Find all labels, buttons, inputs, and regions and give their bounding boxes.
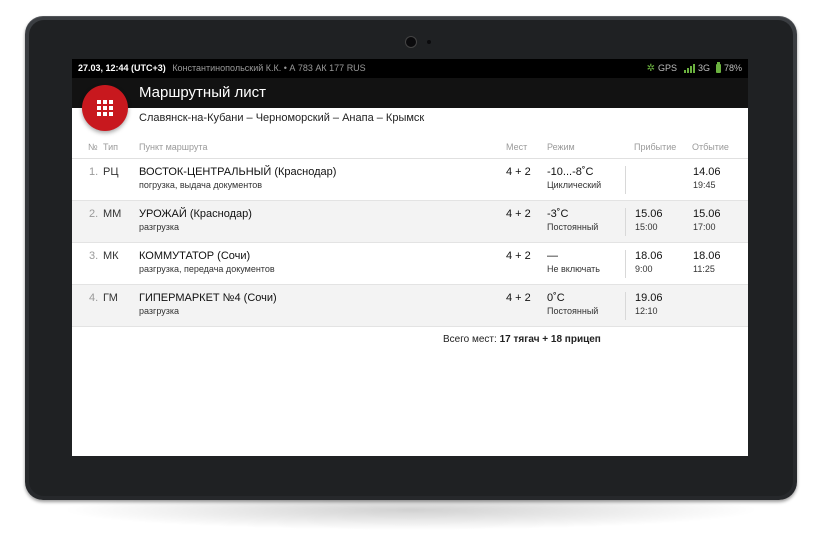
sensor-icon xyxy=(427,40,431,44)
row-mode: Постоянный xyxy=(547,306,599,316)
gps-label: GPS xyxy=(657,63,677,73)
status-driver: Константинопольский К.К. • А 783 АК 177 … xyxy=(172,63,366,73)
row-divider xyxy=(625,292,626,320)
battery-icon xyxy=(715,62,721,73)
row-departure-date: 14.06 xyxy=(693,166,721,178)
status-left: 27.03, 12:44 (UTC+3) Константинопольский… xyxy=(78,59,366,78)
col-num: № xyxy=(88,142,98,152)
apps-grid-icon xyxy=(97,100,113,116)
table-row[interactable]: 2. ММ УРОЖАЙ (Краснодар) разгрузка 4 + 2… xyxy=(72,201,748,243)
page-title: Маршрутный лист xyxy=(139,84,267,101)
table-row[interactable]: 3. МК КОММУТАТОР (Сочи) разгрузка, перед… xyxy=(72,243,748,285)
row-divider xyxy=(625,250,626,278)
row-departure-time: 19:45 xyxy=(693,180,716,190)
row-arrival-time: 12:10 xyxy=(635,306,658,316)
row-operation: разгрузка xyxy=(139,222,179,232)
row-arrival-date: 15.06 xyxy=(635,208,663,220)
status-time: 27.03, 12:44 (UTC+3) xyxy=(78,63,166,73)
menu-button[interactable] xyxy=(82,85,128,131)
col-arrival: Прибытие xyxy=(634,142,677,152)
row-divider xyxy=(625,166,626,194)
row-arrival-date: 19.06 xyxy=(635,292,663,304)
row-operation: разгрузка xyxy=(139,306,179,316)
row-num: 4. xyxy=(89,292,99,304)
satellite-icon: ✲ xyxy=(646,63,655,74)
row-temperature: — xyxy=(547,250,558,262)
row-mode: Не включать xyxy=(547,264,600,274)
col-type: Тип xyxy=(103,142,119,152)
title-bar: Маршрутный лист xyxy=(72,78,748,108)
row-type: ГМ xyxy=(103,292,118,304)
status-bar: 27.03, 12:44 (UTC+3) Константинопольский… xyxy=(72,59,748,78)
col-point: Пункт маршрута xyxy=(139,142,208,152)
row-mode: Постоянный xyxy=(547,222,599,232)
signal-icon xyxy=(683,64,695,73)
screen: 27.03, 12:44 (UTC+3) Константинопольский… xyxy=(72,59,748,456)
table-row[interactable]: 4. ГМ ГИПЕРМАРКЕТ №4 (Сочи) разгрузка 4 … xyxy=(72,285,748,327)
row-name: УРОЖАЙ (Краснодар) xyxy=(139,208,252,220)
row-seats: 4 + 2 xyxy=(506,208,531,220)
camera-icon xyxy=(406,37,416,47)
row-seats: 4 + 2 xyxy=(506,166,531,178)
status-right: ✲ GPS 3G 78% xyxy=(647,59,742,78)
total-value: 17 тягач + 18 прицеп xyxy=(499,334,601,345)
row-mode: Циклический xyxy=(547,180,602,190)
table-row[interactable]: 1. РЦ ВОСТОК-ЦЕНТРАЛЬНЫЙ (Краснодар) пог… xyxy=(72,159,748,201)
col-seats: Мест xyxy=(506,142,528,152)
row-departure-time: 17:00 xyxy=(693,222,716,232)
row-arrival-time: 15:00 xyxy=(635,222,658,232)
row-departure-date: 15.06 xyxy=(693,208,721,220)
network-label: 3G xyxy=(697,63,710,73)
row-departure-date: 18.06 xyxy=(693,250,721,262)
row-name: ВОСТОК-ЦЕНТРАЛЬНЫЙ (Краснодар) xyxy=(139,166,337,178)
row-arrival-date: 18.06 xyxy=(635,250,663,262)
row-type: ММ xyxy=(103,208,122,220)
row-operation: разгрузка, передача документов xyxy=(139,264,275,274)
row-type: МК xyxy=(103,250,119,262)
row-num: 1. xyxy=(89,166,99,178)
row-temperature: 0˚C xyxy=(547,292,565,304)
row-seats: 4 + 2 xyxy=(506,250,531,262)
row-departure-time: 11:25 xyxy=(693,264,715,274)
row-name: КОММУТАТОР (Сочи) xyxy=(139,250,251,262)
row-temperature: -3˚C xyxy=(547,208,569,220)
total-label: Всего мест: xyxy=(443,334,497,345)
col-departure: Отбытие xyxy=(692,142,729,152)
total-seats: Всего мест: 17 тягач + 18 прицеп xyxy=(443,334,601,345)
row-operation: погрузка, выдача документов xyxy=(139,180,263,190)
row-arrival-time: 9:00 xyxy=(635,264,653,274)
row-type: РЦ xyxy=(103,166,119,178)
row-num: 2. xyxy=(89,208,99,220)
row-num: 3. xyxy=(89,250,99,262)
row-divider xyxy=(625,208,626,236)
route-summary: Славянск-на-Кубани – Черноморский – Анап… xyxy=(139,112,425,124)
col-mode: Режим xyxy=(547,142,575,152)
row-seats: 4 + 2 xyxy=(506,292,531,304)
battery-label: 78% xyxy=(723,63,742,73)
row-temperature: -10...-8˚C xyxy=(547,166,594,178)
table-header: № Тип Пункт маршрута Мест Режим Прибытие… xyxy=(72,142,748,159)
row-name: ГИПЕРМАРКЕТ №4 (Сочи) xyxy=(139,292,277,304)
